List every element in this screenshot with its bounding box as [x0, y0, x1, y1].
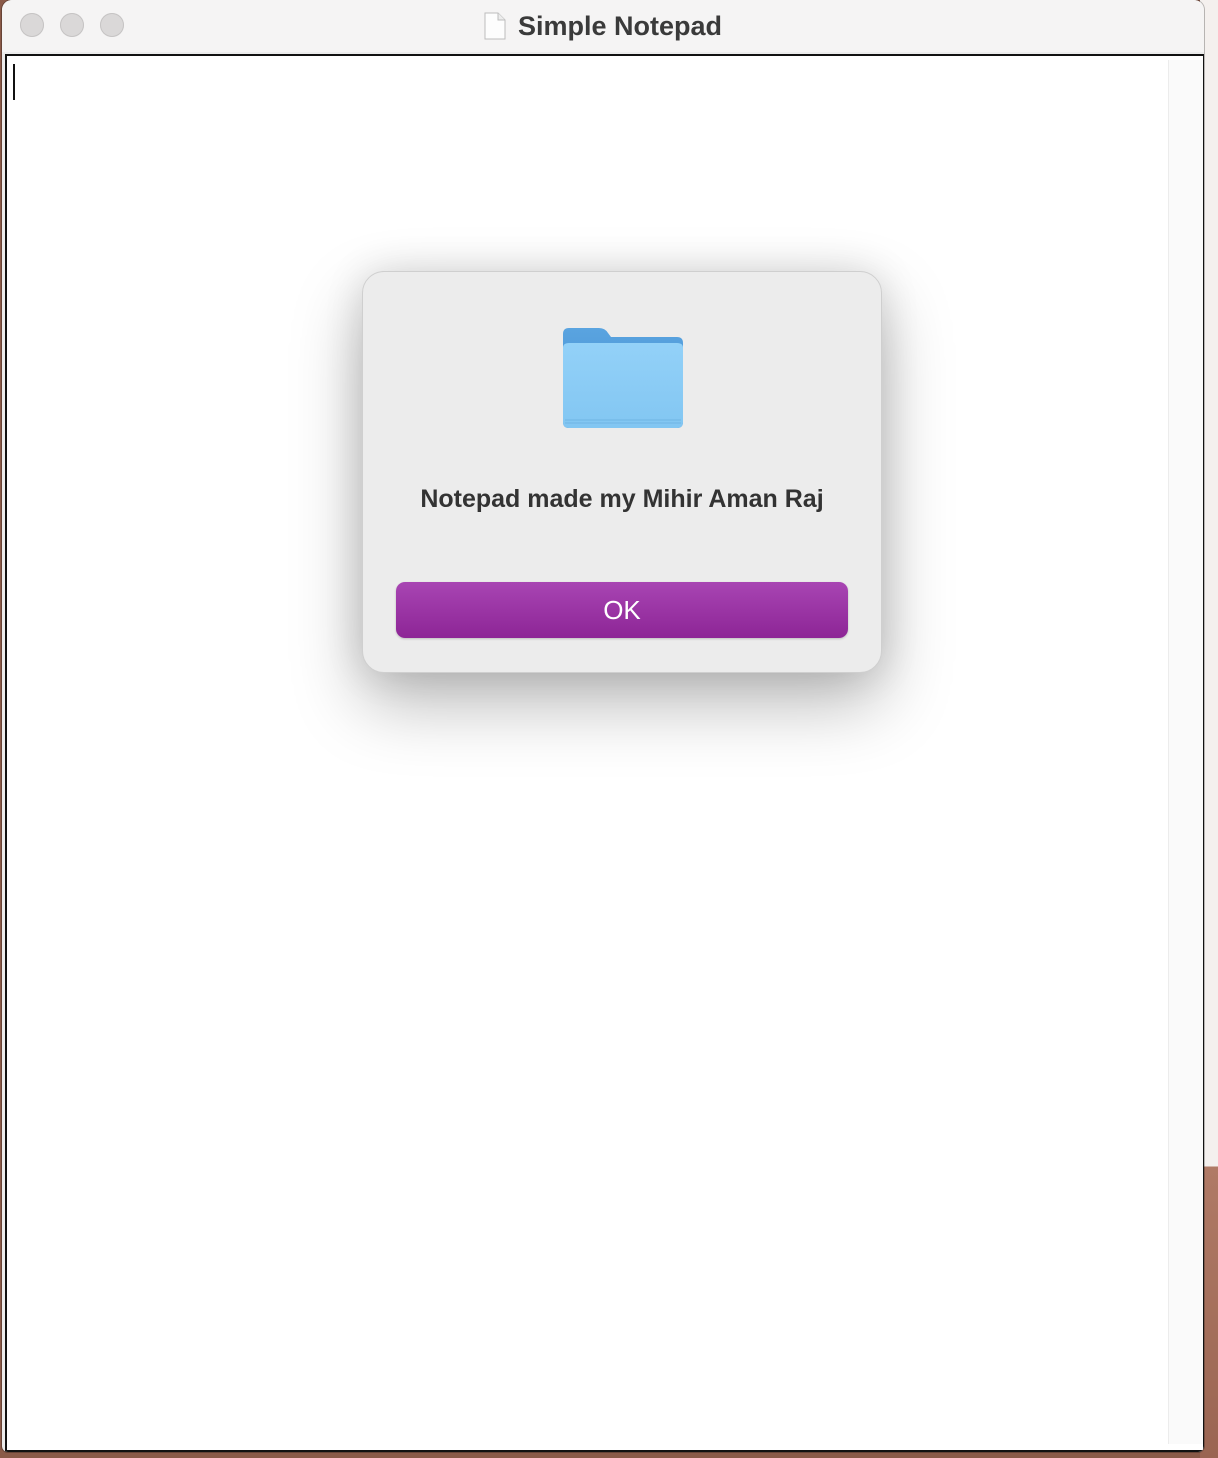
folder-icon	[561, 326, 685, 430]
vertical-scrollbar[interactable]	[1168, 60, 1203, 1444]
text-editor[interactable]	[9, 60, 1167, 1444]
window-title-group: Simple Notepad	[2, 0, 1204, 52]
about-dialog: Notepad made my Mihir Aman Raj OK	[362, 271, 882, 673]
dialog-message: Notepad made my Mihir Aman Raj	[420, 485, 824, 513]
document-icon	[484, 12, 506, 40]
title-bar[interactable]: Simple Notepad	[2, 0, 1204, 52]
editor-frame	[5, 54, 1204, 1452]
text-caret	[13, 64, 15, 100]
ok-button[interactable]: OK	[396, 582, 848, 638]
notepad-window: Simple Notepad Notepad made my Mihir Ama…	[2, 0, 1204, 1452]
window-title: Simple Notepad	[517, 10, 723, 41]
